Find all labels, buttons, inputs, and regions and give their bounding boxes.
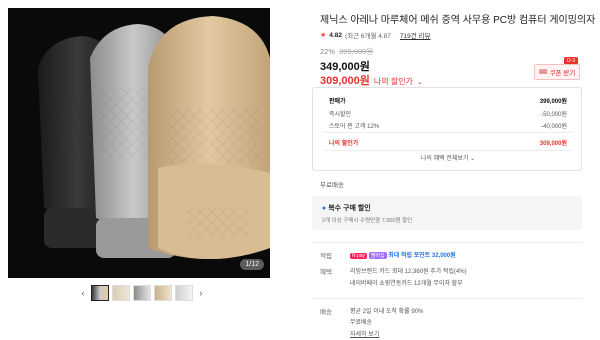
view-all-benefits-button[interactable]: 나의 혜택 전체보기 ⌄ [329,153,567,165]
price-row-label: 나의 할인가 [329,141,359,147]
product-title: 제닉스 아레나 마루체어 메쉬 중역 사무용 PC방 컴퓨터 게이밍의자 [320,15,596,26]
price-row-value: -40,000원 [541,124,567,130]
benefit-line-2: 네이버페이 쇼핑연동카드 12개월 무이자 할부 [350,281,463,287]
thumbnail-1[interactable] [91,285,109,301]
thumb-prev-arrow-icon[interactable]: ‹ [78,288,88,298]
original-price-row: 22% 399,000원 [320,46,373,57]
coupon-button[interactable]: 🎟 쿠폰 받기 [534,64,580,80]
points-label: 적립 [320,253,332,260]
rating-row: ★ 4.82 (최근 6개월 4.87 719건 리뷰 [320,30,431,41]
points-value: 최대 적립 포인트 32,000원 [388,253,456,259]
multi-buy-title-row: ● 복수 구매 할인 [322,203,371,213]
image-counter: 1/12 [240,259,264,270]
divider [312,242,582,243]
coupon-icon: 🎟 [538,69,548,76]
divider [323,150,573,151]
discount-rate: 22% [320,47,336,56]
price-row: 즉시할인 -50,000원 [329,109,567,118]
product-info-panel: 제닉스 아레나 마루체어 메쉬 중역 사무용 PC방 컴퓨터 게이밍의자 ★ 4… [292,0,596,340]
benefit-label: 혜택 [320,269,332,276]
divider [312,298,582,299]
rating-score: 4.82 [329,31,342,39]
multi-buy-desc: 2개 이상 구매시 수량만큼 7,000원 할인 [322,218,413,224]
delivery-details-link[interactable]: 자세히 보기 [350,329,379,338]
npay-badge: N pay [350,253,368,259]
delivery-line-2: 무료배송 [350,320,373,326]
delivery-line-1: 평균 2일 이내 도착 확률 90% [350,309,424,315]
thumb-next-arrow-icon[interactable]: › [196,288,206,298]
price-row: 판매가 399,000원 [329,96,567,105]
divider [323,132,573,133]
delivery-label: 배송 [320,309,332,316]
price-row: 스토어 찐 고객 12% -40,000원 [329,121,567,130]
review-count-link[interactable]: 719건 리뷰 [400,30,431,40]
rating-recent: (최근 6개월 4.87 [344,33,391,40]
price-row-value: -50,000원 [541,112,567,118]
price-breakdown-box: 판매가 399,000원 즉시할인 -50,000원 스토어 찐 고객 12% … [312,87,582,171]
membership-badge: 멤버십 [368,252,387,259]
thumbnail-2[interactable] [112,285,130,301]
coupon-label: 쿠폰 받기 [549,70,576,77]
price-row-value: 399,000원 [539,99,567,105]
my-price: 309,000원 [320,75,370,87]
price-row-label: 스토어 찐 고객 12% [329,124,380,130]
benefit-line-1: 리빙브랜드 카드 최대 12,360원 추가 적립(4%) [350,269,467,275]
my-price-row[interactable]: 309,000원 나의 할인가 ⌄ [320,72,423,88]
multi-buy-discount-box: ● 복수 구매 할인 2개 이상 구매시 수량만큼 7,000원 할인 [312,196,582,230]
points-row: N pay 멤버십 최대 적립 포인트 32,000원 [350,250,456,259]
thumbnail-3[interactable] [133,285,151,301]
thumbnail-4[interactable] [154,285,172,301]
discount-icon: ● [322,205,327,212]
my-price-label: 나의 할인가 [373,77,413,86]
original-price: 399,000원 [339,47,374,56]
price-row-label: 즉시할인 [329,112,352,118]
price-row-total: 나의 할인가 309,000원 [329,138,567,147]
free-shipping-badge: 무료배송 [320,182,344,189]
star-icon: ★ [320,32,327,39]
multi-buy-title: 복수 구매 할인 [328,205,371,212]
product-main-image[interactable]: 1/12 [8,8,270,278]
chevron-down-icon: ⌄ [416,79,423,86]
chair-photo [8,8,270,278]
price-row-label: 판매가 [329,99,346,105]
thumbnail-strip: ‹ › [78,284,206,302]
price-row-value: 309,000원 [539,141,567,147]
thumbnail-5[interactable] [175,285,193,301]
